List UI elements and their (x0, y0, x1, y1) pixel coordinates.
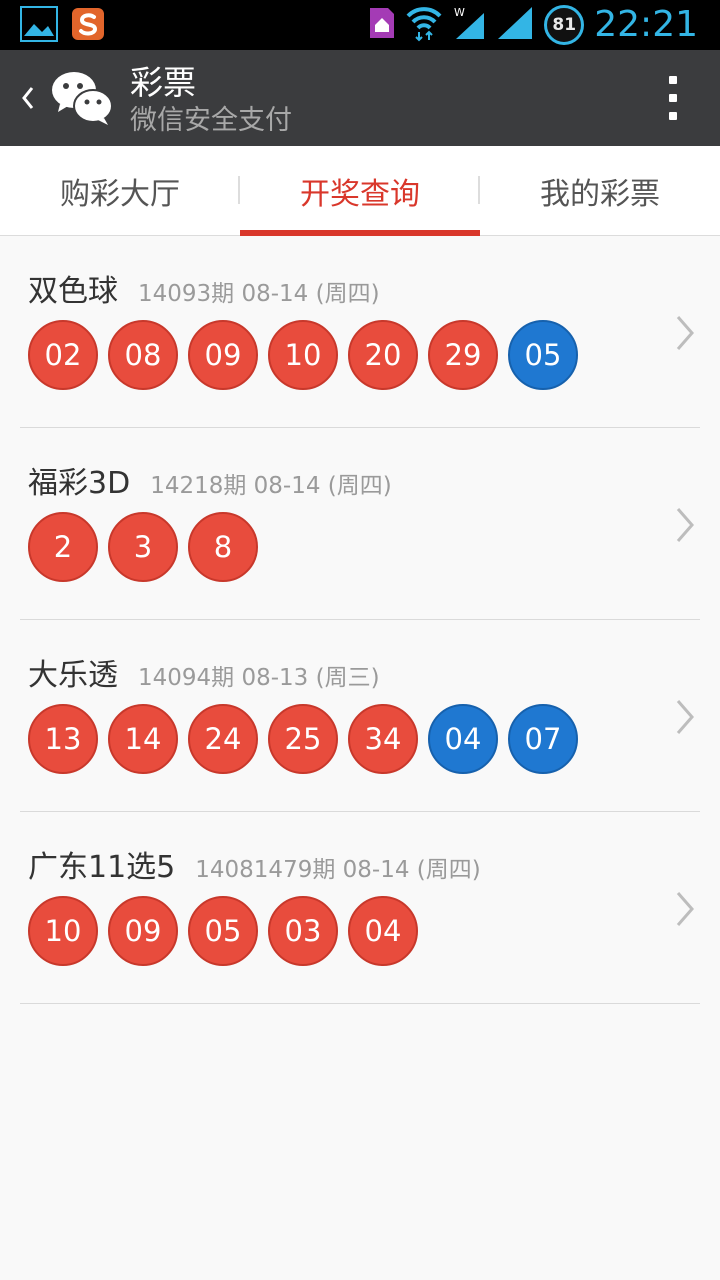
tab-label: 购彩大厅 (60, 177, 180, 212)
wechat-logo-icon[interactable] (50, 68, 114, 128)
chevron-right-icon (674, 698, 696, 736)
chevron-right-icon (674, 506, 696, 544)
page-title: 彩票 (130, 63, 196, 102)
sogou-icon (70, 6, 106, 46)
signal-icon-1: W (452, 5, 486, 45)
chevron-right-icon (674, 314, 696, 352)
red-ball: 10 (268, 320, 338, 390)
lottery-row[interactable]: 福彩3D 14218期 08-14 (周四) 2 3 8 (20, 428, 700, 620)
lottery-row[interactable]: 大乐透 14094期 08-13 (周三) 13 14 24 25 34 04 07 (20, 620, 700, 812)
lottery-row[interactable]: 广东11选5 14081479期 08-14 (周四) 10 09 05 03 04 (20, 812, 700, 1004)
status-bar: W 81 22:21 (0, 0, 720, 50)
red-ball: 09 (108, 896, 178, 966)
page-subtitle: 微信安全支付 (130, 105, 292, 136)
sim-home-icon (368, 6, 396, 44)
lottery-name: 福彩3D (28, 466, 131, 501)
svg-text:W: W (454, 6, 465, 19)
tab-draw-results[interactable]: 开奖查询 (240, 146, 480, 236)
tab-buy-lottery[interactable]: 购彩大厅 (0, 146, 240, 236)
tab-label: 开奖查询 (300, 177, 420, 212)
lottery-header: 福彩3D 14218期 08-14 (周四) (28, 458, 392, 502)
lottery-list: 双色球 14093期 08-14 (周四) 02 08 09 10 20 29 05 福彩3D 14… (0, 236, 720, 1004)
blue-ball: 04 (428, 704, 498, 774)
tab-my-lottery[interactable]: 我的彩票 (480, 146, 720, 236)
winning-numbers: 13 14 24 25 34 04 07 (28, 704, 578, 774)
battery-indicator: 81 (544, 5, 585, 45)
red-ball: 08 (108, 320, 178, 390)
red-ball: 20 (348, 320, 418, 390)
lottery-issue-date: 14093期 08-14 (周四) (138, 281, 380, 307)
blue-ball: 07 (508, 704, 578, 774)
winning-numbers: 02 08 09 10 20 29 05 (28, 320, 578, 390)
red-ball: 03 (268, 896, 338, 966)
lottery-name: 双色球 (28, 274, 118, 309)
red-ball: 34 (348, 704, 418, 774)
lottery-name: 大乐透 (28, 658, 118, 693)
gallery-icon (20, 6, 58, 46)
red-ball: 13 (28, 704, 98, 774)
red-ball: 04 (348, 896, 418, 966)
red-ball: 14 (108, 704, 178, 774)
blue-ball: 05 (508, 320, 578, 390)
lottery-issue-date: 14218期 08-14 (周四) (150, 473, 392, 499)
red-ball: 24 (188, 704, 258, 774)
lottery-header: 广东11选5 14081479期 08-14 (周四) (28, 842, 481, 886)
red-ball: 2 (28, 512, 98, 582)
red-ball: 3 (108, 512, 178, 582)
red-ball: 10 (28, 896, 98, 966)
back-icon[interactable] (16, 80, 40, 116)
chevron-right-icon (674, 890, 696, 928)
lottery-row[interactable]: 双色球 14093期 08-14 (周四) 02 08 09 10 20 29 05 (20, 236, 700, 428)
clock: 22:21 (594, 4, 698, 45)
lottery-issue-date: 14081479期 08-14 (周四) (195, 857, 481, 883)
red-ball: 05 (188, 896, 258, 966)
action-bar: 彩票 微信安全支付 (0, 50, 720, 146)
red-ball: 02 (28, 320, 98, 390)
winning-numbers: 238 (28, 512, 258, 582)
signal-icon-2 (496, 5, 534, 45)
red-ball: 09 (188, 320, 258, 390)
tab-label: 我的彩票 (540, 177, 660, 212)
lottery-issue-date: 14094期 08-13 (周三) (138, 665, 380, 691)
lottery-header: 大乐透 14094期 08-13 (周三) (28, 650, 380, 694)
red-ball: 25 (268, 704, 338, 774)
lottery-name: 广东11选5 (28, 850, 176, 885)
lottery-header: 双色球 14093期 08-14 (周四) (28, 266, 380, 310)
wifi-icon (406, 4, 442, 46)
red-ball: 29 (428, 320, 498, 390)
winning-numbers: 10 09 05 03 04 (28, 896, 418, 966)
tab-bar: 购彩大厅 开奖查询 我的彩票 (0, 146, 720, 236)
red-ball: 8 (188, 512, 258, 582)
overflow-menu-icon[interactable] (666, 76, 680, 120)
